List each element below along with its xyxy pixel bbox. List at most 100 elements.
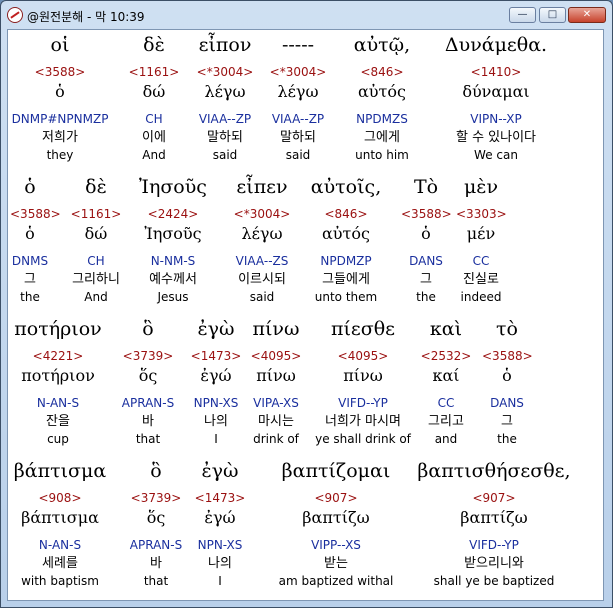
word-num[interactable]: <3739> — [113, 349, 183, 363]
word-num[interactable]: <2424> — [133, 207, 213, 221]
word-greek[interactable]: μὲν — [456, 176, 506, 198]
word-parse: DANS — [409, 254, 443, 268]
word-lemma: δύναμαι — [462, 82, 530, 101]
word-korean: 받으리니와 — [464, 556, 524, 571]
word-greek[interactable]: εἶπον — [185, 34, 265, 56]
word-num[interactable]: <3588> — [482, 349, 533, 363]
word-lemma: ὁ — [25, 224, 35, 243]
word-greek[interactable]: δὲ — [119, 34, 189, 56]
word-num[interactable]: <*3004> — [185, 65, 265, 79]
word-parse: NPN-XS — [193, 396, 239, 410]
word-english: said — [249, 290, 275, 304]
word-greek[interactable]: Ἰησοῦς — [133, 176, 213, 198]
word-num[interactable]: <907> — [414, 491, 574, 505]
word-num[interactable]: <1161> — [119, 65, 189, 79]
word-num[interactable]: <4095> — [246, 349, 306, 363]
word-english: indeed — [460, 290, 502, 304]
word-greek[interactable]: καὶ — [416, 318, 476, 340]
word-num[interactable]: <908> — [8, 491, 115, 505]
word-korean: 그리하니 — [72, 272, 120, 287]
word-lemma: βαπτίζω — [460, 508, 528, 527]
word-greek[interactable]: οἱ — [8, 34, 115, 56]
word-lemma: λέγω — [277, 82, 319, 101]
word-parse: DNMS — [11, 254, 49, 268]
word-parse: CC — [472, 254, 490, 268]
word-english: and — [434, 432, 458, 446]
word-english: that — [143, 574, 169, 588]
word-lemma: πίνω — [343, 366, 383, 385]
word-greek[interactable]: ἐγὼ — [190, 460, 250, 482]
word-lemma: πίνω — [256, 366, 296, 385]
word-lemma: λέγω — [204, 82, 246, 101]
word-korean: 나의 — [208, 556, 232, 571]
word-greek[interactable]: βάπτισμα — [8, 460, 115, 482]
word-parse: VIPP--XS — [311, 538, 361, 552]
word-korean: 너희가 마시며 — [325, 414, 401, 429]
word-num[interactable]: <4221> — [8, 349, 108, 363]
word-parse: VIAA--ZP — [198, 112, 252, 126]
word-english: am baptized withal — [278, 574, 394, 588]
close-button[interactable]: ✕ — [568, 7, 606, 23]
word-lemma: ὅς — [146, 508, 166, 527]
word-greek[interactable]: αὐτῷ, — [337, 34, 427, 56]
word-lemma: δώ — [142, 82, 166, 101]
word-num[interactable]: <3739> — [121, 491, 191, 505]
word-greek[interactable]: βαπτίζομαι — [261, 460, 411, 482]
word-greek[interactable]: εἶπεν — [222, 176, 302, 198]
word-korean: 그 — [420, 272, 432, 287]
word-korean: 이에 — [142, 130, 166, 145]
word-num[interactable]: <2532> — [416, 349, 476, 363]
word-num[interactable]: <3588> — [10, 207, 61, 221]
word-num[interactable]: <4095> — [303, 349, 423, 363]
title-bar[interactable]: @원전분해 - 막 10:39 — □ ✕ — [1, 1, 612, 29]
word-english: said — [212, 148, 238, 162]
word-num[interactable]: <1473> — [190, 491, 250, 505]
word-parse: VIFD--YP — [338, 396, 388, 410]
word-num[interactable]: <3303> — [456, 207, 507, 221]
word-num[interactable]: <*3004> — [222, 207, 302, 221]
word-greek[interactable]: τὸ — [482, 318, 532, 340]
word-greek[interactable]: ὃ — [113, 318, 183, 340]
word-num[interactable]: <1410> — [431, 65, 561, 79]
word-num[interactable]: <3588> — [8, 65, 115, 79]
word-parse: VIPN--XP — [470, 112, 522, 126]
word-greek[interactable]: ----- — [263, 34, 333, 56]
word-num[interactable]: <907> — [261, 491, 411, 505]
word-greek[interactable]: Τὸ — [401, 176, 451, 198]
word-num[interactable]: <846> — [301, 207, 391, 221]
word-english: unto him — [355, 148, 409, 162]
word-num[interactable]: <3588> — [401, 207, 452, 221]
word-lemma: αὐτός — [322, 224, 370, 243]
word-lemma: ὁ — [421, 224, 431, 243]
word-parse: CH — [145, 112, 163, 126]
word-parse: VIPA-XS — [253, 396, 299, 410]
word-num[interactable]: <1473> — [186, 349, 246, 363]
word-greek[interactable]: δὲ — [66, 176, 126, 198]
word-greek[interactable]: ποτήριον — [8, 318, 108, 340]
app-window: @원전분해 - 막 10:39 — □ ✕ οἱ <3588> ὁ DNMP#NPNM… — [0, 0, 613, 608]
word-greek[interactable]: αὐτοῖς, — [301, 176, 391, 198]
word-parse: NPDMZS — [356, 112, 408, 126]
word-greek[interactable]: ὁ — [10, 176, 50, 198]
word-korean: 마시는 — [258, 414, 294, 429]
word-greek[interactable]: βαπτισθήσεσθε, — [414, 460, 574, 482]
word-num[interactable]: <*3004> — [263, 65, 333, 79]
word-greek[interactable]: ἐγὼ — [186, 318, 246, 340]
word-korean: 할 수 있나이다 — [455, 130, 537, 145]
word-lemma: αὐτός — [358, 82, 406, 101]
word-english: I — [214, 432, 218, 446]
word-english: that — [135, 432, 161, 446]
word-korean: 받는 — [324, 556, 348, 571]
word-korean: 잔을 — [46, 414, 70, 429]
word-greek[interactable]: ὃ — [121, 460, 191, 482]
word-num[interactable]: <1161> — [66, 207, 126, 221]
word-parse: VIAA--ZS — [235, 254, 289, 268]
word-english: with baptism — [21, 574, 99, 588]
word-korean: 그들에게 — [322, 272, 370, 287]
word-greek[interactable]: Δυνάμεθα. — [431, 34, 561, 56]
maximize-button[interactable]: □ — [539, 7, 566, 23]
word-greek[interactable]: πίεσθε — [303, 318, 423, 340]
word-num[interactable]: <846> — [337, 65, 427, 79]
word-greek[interactable]: πίνω — [246, 318, 306, 340]
minimize-button[interactable]: — — [509, 7, 536, 23]
